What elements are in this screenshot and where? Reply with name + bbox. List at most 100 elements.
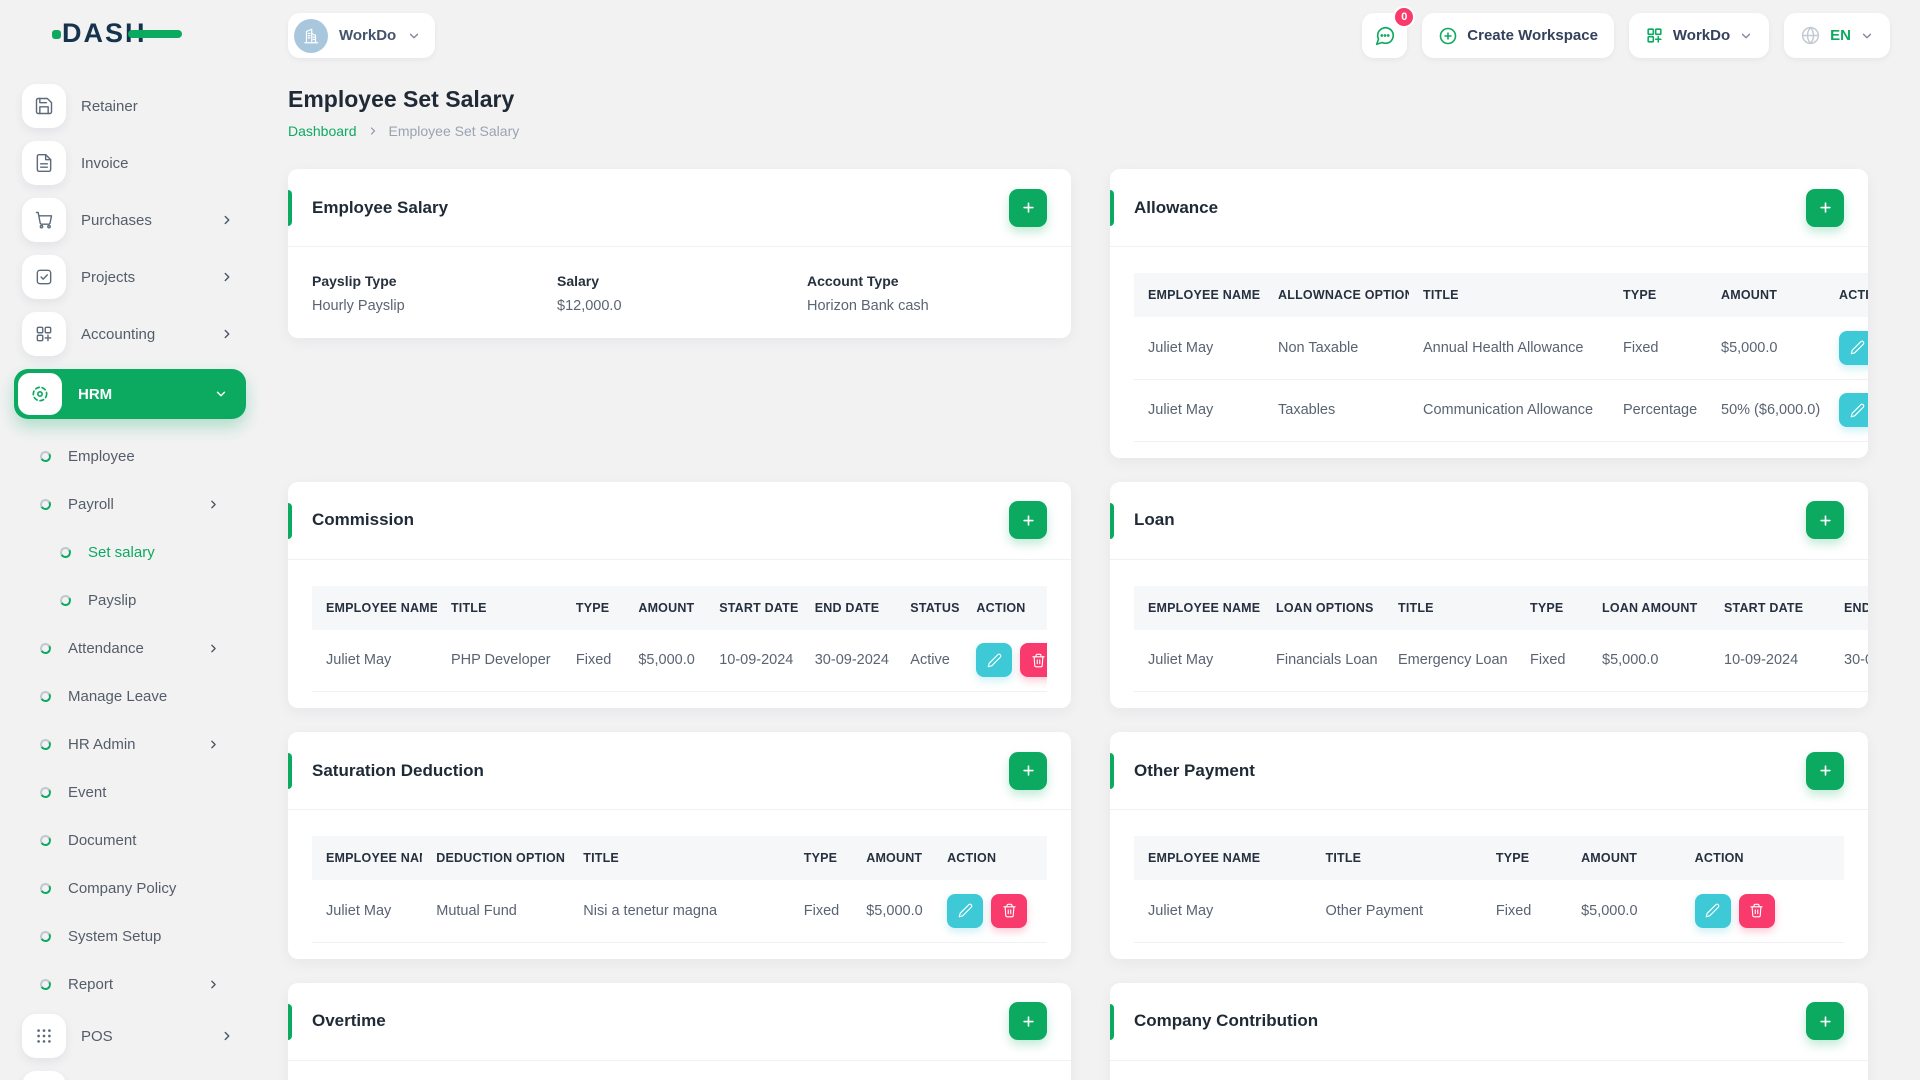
table-row: Juliet May Taxables Communication Allowa… bbox=[1134, 379, 1868, 442]
cell-type: Fixed bbox=[789, 880, 853, 943]
allowance-card: Allowance EMPLOYEE NAME ALLOWNACE OPTION… bbox=[1110, 169, 1868, 458]
sidebar-item-projects[interactable]: Projects bbox=[0, 255, 260, 299]
sidebar-item-retainer[interactable]: Retainer bbox=[0, 84, 260, 128]
cell-employee: Juliet May bbox=[312, 629, 437, 692]
sidebar-item-label: Attendance bbox=[68, 639, 144, 657]
delete-button[interactable] bbox=[1020, 643, 1047, 678]
field-value: Horizon Bank cash bbox=[807, 298, 929, 314]
sidebar-item-label: POS bbox=[81, 1027, 113, 1045]
app-switcher-button[interactable]: WorkDo bbox=[1628, 13, 1770, 58]
edit-button[interactable] bbox=[1839, 393, 1868, 427]
card-title: Company Contribution bbox=[1134, 1011, 1319, 1030]
add-commission-button[interactable] bbox=[1009, 501, 1047, 539]
column-header: ACTION bbox=[1825, 273, 1868, 317]
column-header: STATUS bbox=[896, 585, 963, 630]
language-code: EN bbox=[1830, 27, 1851, 44]
sidebar-item-hr-admin[interactable]: HR Admin bbox=[0, 720, 260, 768]
sidebar-item-manage-leave[interactable]: Manage Leave bbox=[0, 672, 260, 720]
sidebar-item-hrm[interactable]: HRM bbox=[14, 369, 246, 419]
add-employee-salary-button[interactable] bbox=[1009, 188, 1047, 227]
table-row: Juliet May Other Payment Fixed $5,000.0 bbox=[1134, 880, 1844, 943]
sidebar-item-event[interactable]: Event bbox=[0, 768, 260, 816]
commission-table: EMPLOYEE NAME TITLE TYPE AMOUNT START DA… bbox=[312, 585, 1047, 692]
card-header: Loan bbox=[1110, 482, 1868, 560]
chevron-down-icon bbox=[410, 33, 419, 38]
bullet-icon bbox=[58, 593, 73, 607]
brand-logo[interactable]: DASH bbox=[0, 0, 260, 66]
page-content: Employee Set Salary Dashboard Employee S… bbox=[260, 58, 1920, 1080]
sidebar: DASH Retainer Invoice Purchases Projects… bbox=[0, 0, 260, 1080]
column-header: TYPE bbox=[1609, 273, 1707, 317]
column-header: AMOUNT bbox=[1707, 273, 1825, 317]
salary-fields: Payslip Type Hourly Payslip Salary $12,0… bbox=[288, 247, 1071, 338]
sidebar-item-company-policy[interactable]: Company Policy bbox=[0, 864, 260, 912]
plus-icon bbox=[1819, 1015, 1831, 1027]
sidebar-item-document[interactable]: Document bbox=[0, 816, 260, 864]
page-title: Employee Set Salary bbox=[288, 86, 515, 112]
sidebar-item-set-salary[interactable]: Set salary bbox=[0, 528, 260, 576]
bullet-icon bbox=[38, 977, 53, 991]
breadcrumb: Dashboard Employee Set Salary bbox=[288, 123, 1868, 139]
plus-icon bbox=[1022, 765, 1034, 776]
column-header: ACTION bbox=[933, 836, 1047, 880]
sidebar-item-employee[interactable]: Employee bbox=[0, 432, 260, 480]
sidebar-item-label: Payslip bbox=[88, 591, 137, 609]
cell-type: Fixed bbox=[561, 629, 625, 692]
sidebar-item-crm[interactable]: CRM bbox=[0, 1071, 260, 1080]
breadcrumb-dashboard-link[interactable]: Dashboard bbox=[288, 123, 357, 139]
loan-card: Loan EMPLOYEE NAME LOAN OPTIONS TITLE TY… bbox=[1110, 481, 1868, 708]
bullet-icon bbox=[38, 737, 53, 751]
sidebar-item-report[interactable]: Report bbox=[0, 960, 260, 1008]
cell-option: Non Taxable bbox=[1264, 317, 1409, 380]
card-title: Loan bbox=[1134, 510, 1175, 529]
sidebar-item-label: Event bbox=[68, 783, 107, 801]
cell-title: Communication Allowance bbox=[1409, 379, 1609, 442]
sidebar-item-system-setup[interactable]: System Setup bbox=[0, 912, 260, 960]
plus-icon bbox=[1022, 1015, 1034, 1027]
workspace-name: WorkDo bbox=[339, 27, 397, 44]
grid-plus-icon bbox=[22, 312, 66, 356]
field-value: Hourly Payslip bbox=[312, 298, 405, 314]
card-title: Overtime bbox=[312, 1011, 386, 1030]
chat-button[interactable]: 0 bbox=[1362, 6, 1416, 58]
sidebar-item-invoice[interactable]: Invoice bbox=[0, 141, 260, 185]
edit-button[interactable] bbox=[1839, 330, 1868, 365]
workspace-switcher[interactable]: WorkDo bbox=[288, 13, 436, 58]
plus-icon bbox=[1819, 514, 1831, 526]
cell-start-date: 10-09-2024 bbox=[705, 629, 801, 692]
chevron-down-icon bbox=[216, 391, 226, 397]
saturation-deduction-table-wrap: EMPLOYEE NAME DEDUCTION OPTION TITLE TYP… bbox=[312, 836, 1047, 943]
sidebar-item-accounting[interactable]: Accounting bbox=[0, 312, 260, 356]
language-selector[interactable]: EN bbox=[1784, 13, 1890, 58]
logo-dot-icon bbox=[52, 30, 61, 39]
add-saturation-deduction-button[interactable] bbox=[1009, 751, 1047, 790]
column-header: TITLE bbox=[569, 836, 790, 880]
edit-button[interactable] bbox=[976, 643, 1013, 678]
sidebar-item-payslip[interactable]: Payslip bbox=[0, 576, 260, 624]
commission-card: Commission EMPLOYEE NAME TITLE TYPE AMOU… bbox=[288, 481, 1071, 708]
edit-button[interactable] bbox=[1694, 893, 1731, 928]
add-allowance-button[interactable] bbox=[1806, 188, 1844, 227]
sidebar-item-pos[interactable]: POS bbox=[0, 1014, 260, 1058]
sidebar-item-payroll[interactable]: Payroll bbox=[0, 480, 260, 528]
column-header: LOAN OPTIONS bbox=[1262, 585, 1384, 630]
chevron-right-icon bbox=[211, 644, 216, 652]
create-workspace-button[interactable]: Create Workspace bbox=[1422, 13, 1614, 58]
column-header: DEDUCTION OPTION bbox=[422, 836, 570, 880]
add-other-payment-button[interactable] bbox=[1806, 751, 1844, 790]
sidebar-item-attendance[interactable]: Attendance bbox=[0, 624, 260, 672]
add-company-contribution-button[interactable] bbox=[1806, 1002, 1844, 1040]
bullet-icon bbox=[38, 833, 53, 847]
add-overtime-button[interactable] bbox=[1009, 1002, 1047, 1040]
delete-button[interactable] bbox=[991, 893, 1028, 928]
saturation-deduction-table: EMPLOYEE NAME DEDUCTION OPTION TITLE TYP… bbox=[312, 836, 1047, 943]
bullet-icon bbox=[38, 689, 53, 703]
cell-end-date: 30-09-2024 bbox=[1830, 629, 1868, 692]
sidebar-item-purchases[interactable]: Purchases bbox=[0, 198, 260, 242]
hrm-hub-icon bbox=[18, 373, 62, 415]
add-loan-button[interactable] bbox=[1806, 501, 1844, 539]
edit-button[interactable] bbox=[947, 893, 984, 928]
delete-button[interactable] bbox=[1738, 893, 1775, 928]
column-header: TYPE bbox=[1516, 585, 1588, 630]
plus-icon bbox=[1022, 202, 1034, 213]
